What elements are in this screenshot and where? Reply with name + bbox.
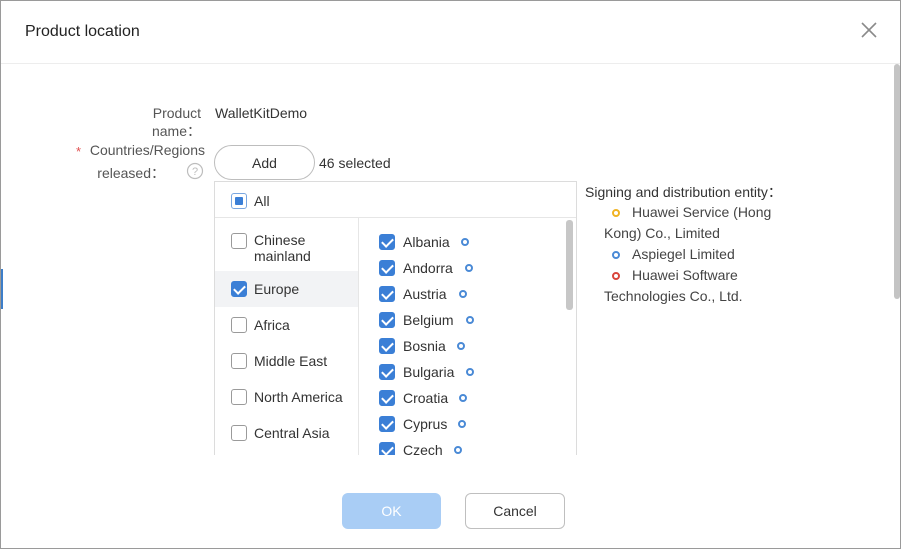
entity-dot-icon xyxy=(461,238,469,246)
country-label: Croatia xyxy=(403,390,449,406)
question-circle-icon[interactable]: ? xyxy=(186,162,204,180)
product-name-label: Product name： xyxy=(151,105,201,139)
entity-dot-icon xyxy=(466,368,474,376)
entity-dot-icon xyxy=(458,420,466,428)
product-location-dialog: Product location Product name： WalletKit… xyxy=(0,0,901,549)
country-label: Cyprus xyxy=(403,416,448,432)
region-label: Africa xyxy=(254,317,290,333)
country-label: Bosnia xyxy=(403,338,446,354)
countries-label-released: released： xyxy=(97,165,165,181)
region-checkbox[interactable] xyxy=(231,281,247,297)
entity-dot-icon xyxy=(454,446,462,454)
country-item-albania[interactable]: Albania xyxy=(359,232,559,258)
picker-scrollbar[interactable] xyxy=(566,220,573,310)
countries-label: Countries/Regions xyxy=(89,142,205,158)
country-item-cyprus[interactable]: Cyprus xyxy=(359,414,559,440)
country-label: Belgium xyxy=(403,312,454,328)
add-button[interactable]: Add xyxy=(214,145,315,180)
country-checkbox[interactable] xyxy=(379,338,395,354)
dialog-title: Product location xyxy=(25,23,140,40)
region-item-chinese-mainland[interactable]: Chinese mainland xyxy=(215,226,358,270)
country-checkbox[interactable] xyxy=(379,416,395,432)
region-label: North America xyxy=(254,389,343,405)
legend-entity-line: Huawei Service (Hong xyxy=(632,204,772,220)
country-label: Albania xyxy=(403,234,450,250)
dialog-scrollbar[interactable] xyxy=(894,64,900,299)
region-checkbox[interactable] xyxy=(231,425,247,441)
region-item-middle-east[interactable]: Middle East xyxy=(215,343,358,379)
legend-title: Signing and distribution entity： xyxy=(585,184,782,200)
dialog-header: Product location xyxy=(1,1,900,64)
region-list: Chinese mainland Europe Africa Middle Ea… xyxy=(215,218,359,455)
region-item-central-asia[interactable]: Central Asia xyxy=(215,415,358,451)
region-label: Middle East xyxy=(254,353,328,369)
region-item-africa[interactable]: Africa xyxy=(215,307,358,343)
entity-dot-icon xyxy=(612,209,620,217)
selected-count: 46 selected xyxy=(319,155,391,171)
country-checkbox[interactable] xyxy=(379,260,395,276)
region-label: Chinese mainland xyxy=(254,232,311,264)
country-item-bulgaria[interactable]: Bulgaria xyxy=(359,362,559,388)
select-all-label: All xyxy=(254,193,270,209)
region-label: Central Asia xyxy=(254,425,330,441)
region-label: Europe xyxy=(254,281,300,297)
region-checkbox[interactable] xyxy=(231,317,247,333)
region-item-europe[interactable]: Europe xyxy=(215,271,358,307)
entity-dot-icon xyxy=(612,251,620,259)
country-checkbox[interactable] xyxy=(379,234,395,250)
region-checkbox[interactable] xyxy=(231,389,247,405)
country-label: Czech xyxy=(403,442,443,455)
country-checkbox[interactable] xyxy=(379,364,395,380)
ok-button[interactable]: OK xyxy=(342,493,441,529)
country-checkbox[interactable] xyxy=(379,442,395,455)
country-picker: All Chinese mainland Europe Africa Middl… xyxy=(214,181,577,455)
edge-marker xyxy=(1,269,3,309)
country-item-bosnia[interactable]: Bosnia xyxy=(359,336,559,362)
country-item-belgium[interactable]: Belgium xyxy=(359,310,559,336)
select-all-checkbox[interactable] xyxy=(231,193,247,209)
legend-entity-line: Technologies Co., Ltd. xyxy=(604,288,743,304)
legend-entity-line: Huawei Software xyxy=(632,267,738,283)
country-item-austria[interactable]: Austria xyxy=(359,284,559,310)
country-label: Andorra xyxy=(403,260,453,276)
entity-dot-icon xyxy=(465,264,473,272)
country-list: Albania Andorra Austria Belgium Bosnia B… xyxy=(359,218,576,455)
entity-dot-icon xyxy=(612,272,620,280)
legend-entity-line: Aspiegel Limited xyxy=(632,246,735,262)
cancel-button[interactable]: Cancel xyxy=(465,493,565,529)
country-item-czech[interactable]: Czech xyxy=(359,440,559,455)
region-checkbox[interactable] xyxy=(231,353,247,369)
legend-entity-line: Kong) Co., Limited xyxy=(604,225,720,241)
close-icon[interactable] xyxy=(858,19,880,41)
country-item-croatia[interactable]: Croatia xyxy=(359,388,559,414)
entity-dot-icon xyxy=(459,394,467,402)
svg-text:?: ? xyxy=(192,166,198,178)
country-label: Austria xyxy=(403,286,447,302)
country-checkbox[interactable] xyxy=(379,286,395,302)
entity-dot-icon xyxy=(459,290,467,298)
region-item-north-america[interactable]: North America xyxy=(215,379,358,415)
country-label: Bulgaria xyxy=(403,364,455,380)
product-name-value: WalletKitDemo xyxy=(215,105,308,121)
entity-dot-icon xyxy=(457,342,465,350)
entity-dot-icon xyxy=(466,316,474,324)
select-all-option[interactable]: All xyxy=(215,182,576,218)
country-checkbox[interactable] xyxy=(379,390,395,406)
region-checkbox[interactable] xyxy=(231,233,247,249)
country-item-andorra[interactable]: Andorra xyxy=(359,258,559,284)
country-checkbox[interactable] xyxy=(379,312,395,328)
